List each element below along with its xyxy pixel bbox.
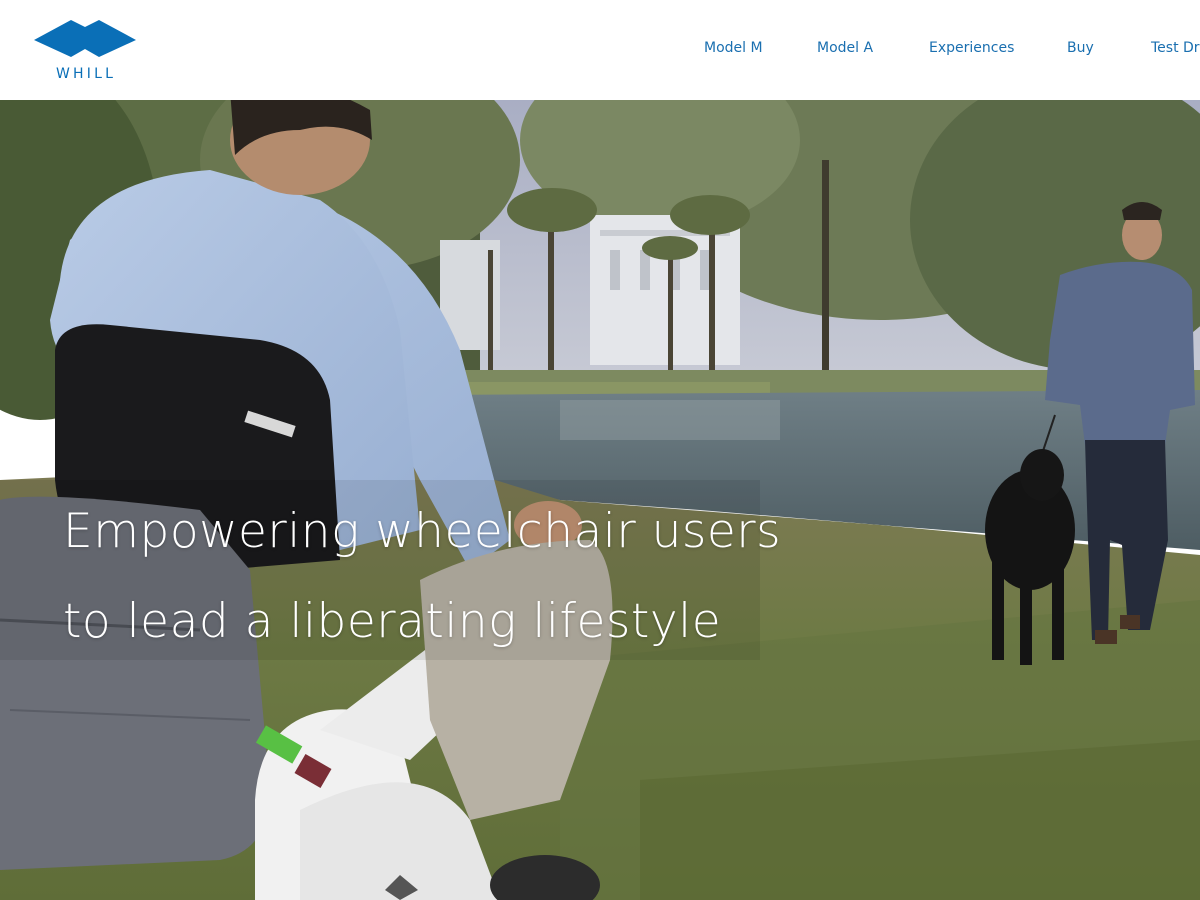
hero-photo: [0, 100, 1200, 900]
whill-logo[interactable]: WHILL: [34, 20, 136, 82]
logo-wordmark: WHILL: [56, 66, 117, 82]
whill-logo-mark-icon: [34, 20, 136, 57]
nav-model-m[interactable]: Model M: [704, 40, 763, 56]
site-header: WHILL Model M Model A Experiences Buy Te…: [0, 0, 1200, 100]
nav-model-a[interactable]: Model A: [817, 40, 873, 56]
hero-headline-line-1: Empowering wheelchair users: [63, 504, 782, 559]
nav-buy[interactable]: Buy: [1067, 40, 1094, 56]
hero-section: Empowering wheelchair users to lead a li…: [0, 100, 1200, 900]
hero-headline-line-2: to lead a liberating lifestyle: [63, 594, 722, 649]
nav-experiences[interactable]: Experiences: [929, 40, 1014, 56]
nav-test-drive[interactable]: Test Dri: [1151, 40, 1200, 56]
